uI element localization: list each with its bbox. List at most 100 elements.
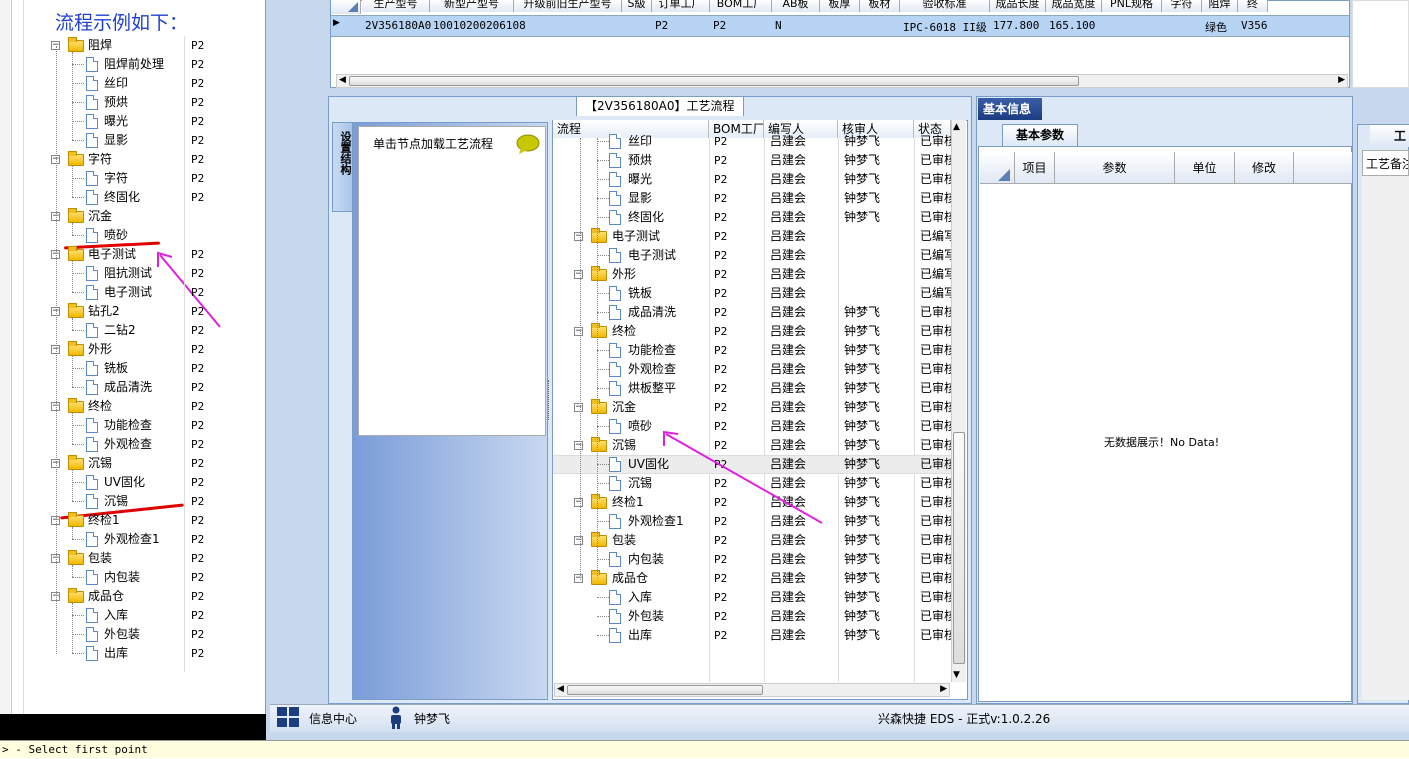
tree-node-label[interactable]: 字符: [88, 150, 112, 169]
column-header[interactable]: 升级前旧生产型号: [514, 0, 622, 12]
tab-process[interactable]: 工: [1370, 125, 1409, 147]
column-header[interactable]: 成品宽度: [1046, 0, 1102, 12]
grid-menu-icon[interactable]: [277, 707, 301, 729]
flow-node-label[interactable]: 沉锡: [612, 436, 636, 455]
tree-node-label[interactable]: 终固化: [104, 188, 140, 207]
column-header[interactable]: 验收标准: [900, 0, 990, 12]
flow-node-label[interactable]: 终固化: [628, 208, 664, 227]
flow-node-label[interactable]: 电子测试: [612, 227, 660, 246]
flow-node-label[interactable]: 曝光: [628, 170, 652, 189]
tree-node-label[interactable]: 显影: [104, 131, 128, 150]
flow-node-label[interactable]: 显影: [628, 189, 652, 208]
column-header[interactable]: 订单工厂: [652, 0, 710, 12]
flow-node-label[interactable]: 包装: [612, 531, 636, 550]
scroll-down-icon[interactable]: ▼: [953, 670, 960, 680]
tree-node-label[interactable]: 沉锡: [88, 454, 112, 473]
flow-node-label[interactable]: 沉锡: [628, 474, 652, 493]
flow-node-label[interactable]: 成品仓: [612, 569, 648, 588]
expand-toggle-icon[interactable]: −: [574, 327, 583, 336]
flow-node-label[interactable]: 成品清洗: [628, 303, 676, 322]
column-header[interactable]: 终: [1238, 0, 1268, 12]
flow-node-label[interactable]: 功能检查: [628, 341, 676, 360]
tree-node-label[interactable]: 沉锡: [104, 492, 128, 511]
flow-node-label[interactable]: 预烘: [628, 151, 652, 170]
scroll-left-icon[interactable]: ◀: [557, 684, 564, 694]
column-header[interactable]: 阻焊: [1202, 0, 1238, 12]
tree-node-label[interactable]: 成品清洗: [104, 378, 152, 397]
column-header[interactable]: 字符: [1162, 0, 1202, 12]
column-header[interactable]: 生产型号: [362, 0, 430, 12]
column-header[interactable]: 成品长度: [990, 0, 1046, 12]
column-header[interactable]: PNL规格: [1102, 0, 1162, 12]
info-center-link[interactable]: 信息中心: [309, 710, 357, 727]
tree-node-label[interactable]: 内包装: [104, 568, 140, 587]
flow-node-label[interactable]: 沉金: [612, 398, 636, 417]
tree-node-label[interactable]: 功能检查: [104, 416, 152, 435]
tree-node-label[interactable]: 终检1: [88, 511, 120, 530]
column-header[interactable]: 新型产型号: [430, 0, 514, 12]
flow-node-label[interactable]: 铣板: [628, 284, 652, 303]
side-tab-structure[interactable]: 设置结构: [332, 122, 354, 212]
expand-toggle-icon[interactable]: −: [574, 270, 583, 279]
tree-node-label[interactable]: 预烘: [104, 93, 128, 112]
column-header[interactable]: BOM工厂: [710, 0, 772, 12]
flow-hscroll[interactable]: ◀ ▶: [554, 683, 950, 697]
col-item[interactable]: 项目: [1014, 152, 1054, 184]
tab-basic-info[interactable]: 基本信息: [978, 98, 1042, 120]
flow-node-label[interactable]: 出库: [628, 626, 652, 645]
col-param[interactable]: 参数: [1054, 152, 1174, 184]
command-line[interactable]: > - Select first point: [0, 740, 1409, 758]
tree-node-label[interactable]: 阻焊前处理: [104, 55, 164, 74]
expand-toggle-icon[interactable]: −: [574, 441, 583, 450]
flow-node-label[interactable]: 外形: [612, 265, 636, 284]
flow-node-label[interactable]: 喷砂: [628, 417, 652, 436]
tree-node-label[interactable]: 外包装: [104, 625, 140, 644]
scroll-right-icon[interactable]: ▶: [1338, 75, 1345, 85]
flow-node-label[interactable]: 外观检查: [628, 360, 676, 379]
tree-node-label[interactable]: 钻孔2: [88, 302, 120, 321]
flow-node-label[interactable]: 内包装: [628, 550, 664, 569]
scroll-thumb[interactable]: [349, 76, 1079, 86]
tree-node-label[interactable]: 外形: [88, 340, 112, 359]
tree-node-label[interactable]: 外观检查: [104, 435, 152, 454]
scroll-up-icon[interactable]: ▲: [953, 122, 960, 132]
expand-toggle-icon[interactable]: −: [574, 574, 583, 583]
product-grid-hscroll[interactable]: ◀ ▶: [336, 74, 1348, 88]
tree-node-label[interactable]: 外观检查1: [104, 530, 160, 549]
expand-toggle-icon[interactable]: −: [574, 498, 583, 507]
tree-node-label[interactable]: 入库: [104, 606, 128, 625]
tree-node-label[interactable]: 喷砂: [104, 226, 128, 245]
tree-node-label[interactable]: UV固化: [104, 473, 145, 492]
tree-node-label[interactable]: 沉金: [88, 207, 112, 226]
tree-node-label[interactable]: 铣板: [104, 359, 128, 378]
col-unit[interactable]: 单位: [1174, 152, 1234, 184]
flow-node-label[interactable]: 入库: [628, 588, 652, 607]
tree-node-label[interactable]: 包装: [88, 549, 112, 568]
tree-node-label[interactable]: 阻焊: [88, 36, 112, 55]
flow-vscroll[interactable]: ▲ ▼: [951, 120, 966, 682]
tree-node-label[interactable]: 曝光: [104, 112, 128, 131]
tab-basic-params[interactable]: 基本参数: [1002, 124, 1078, 146]
flow-node-label[interactable]: 终检: [612, 322, 636, 341]
tree-node-label[interactable]: 字符: [104, 169, 128, 188]
expand-toggle-icon[interactable]: −: [574, 232, 583, 241]
column-header[interactable]: S級: [622, 0, 652, 12]
tree-node-label[interactable]: 出库: [104, 644, 128, 663]
expand-toggle-icon[interactable]: −: [574, 536, 583, 545]
scroll-right-icon[interactable]: ▶: [940, 684, 947, 694]
flow-node-label[interactable]: 电子测试: [628, 246, 676, 265]
scroll-thumb[interactable]: [567, 685, 763, 695]
tree-node-label[interactable]: 终检: [88, 397, 112, 416]
expand-toggle-icon[interactable]: −: [574, 403, 583, 412]
tree-node-label[interactable]: 丝印: [104, 74, 128, 93]
tree-node-label[interactable]: 二钻2: [104, 321, 136, 340]
flow-node-label[interactable]: 烘板整平: [628, 379, 676, 398]
column-header[interactable]: AB板: [772, 0, 820, 12]
tree-node-label[interactable]: 成品仓: [88, 587, 124, 606]
flow-node-label[interactable]: 终检1: [612, 493, 644, 512]
tree-node-label[interactable]: 电子测试: [104, 283, 152, 302]
col-modify[interactable]: 修改: [1234, 152, 1294, 184]
scroll-thumb[interactable]: [953, 432, 965, 664]
column-header[interactable]: 板厚: [820, 0, 860, 12]
flow-node-label[interactable]: 外包装: [628, 607, 664, 626]
